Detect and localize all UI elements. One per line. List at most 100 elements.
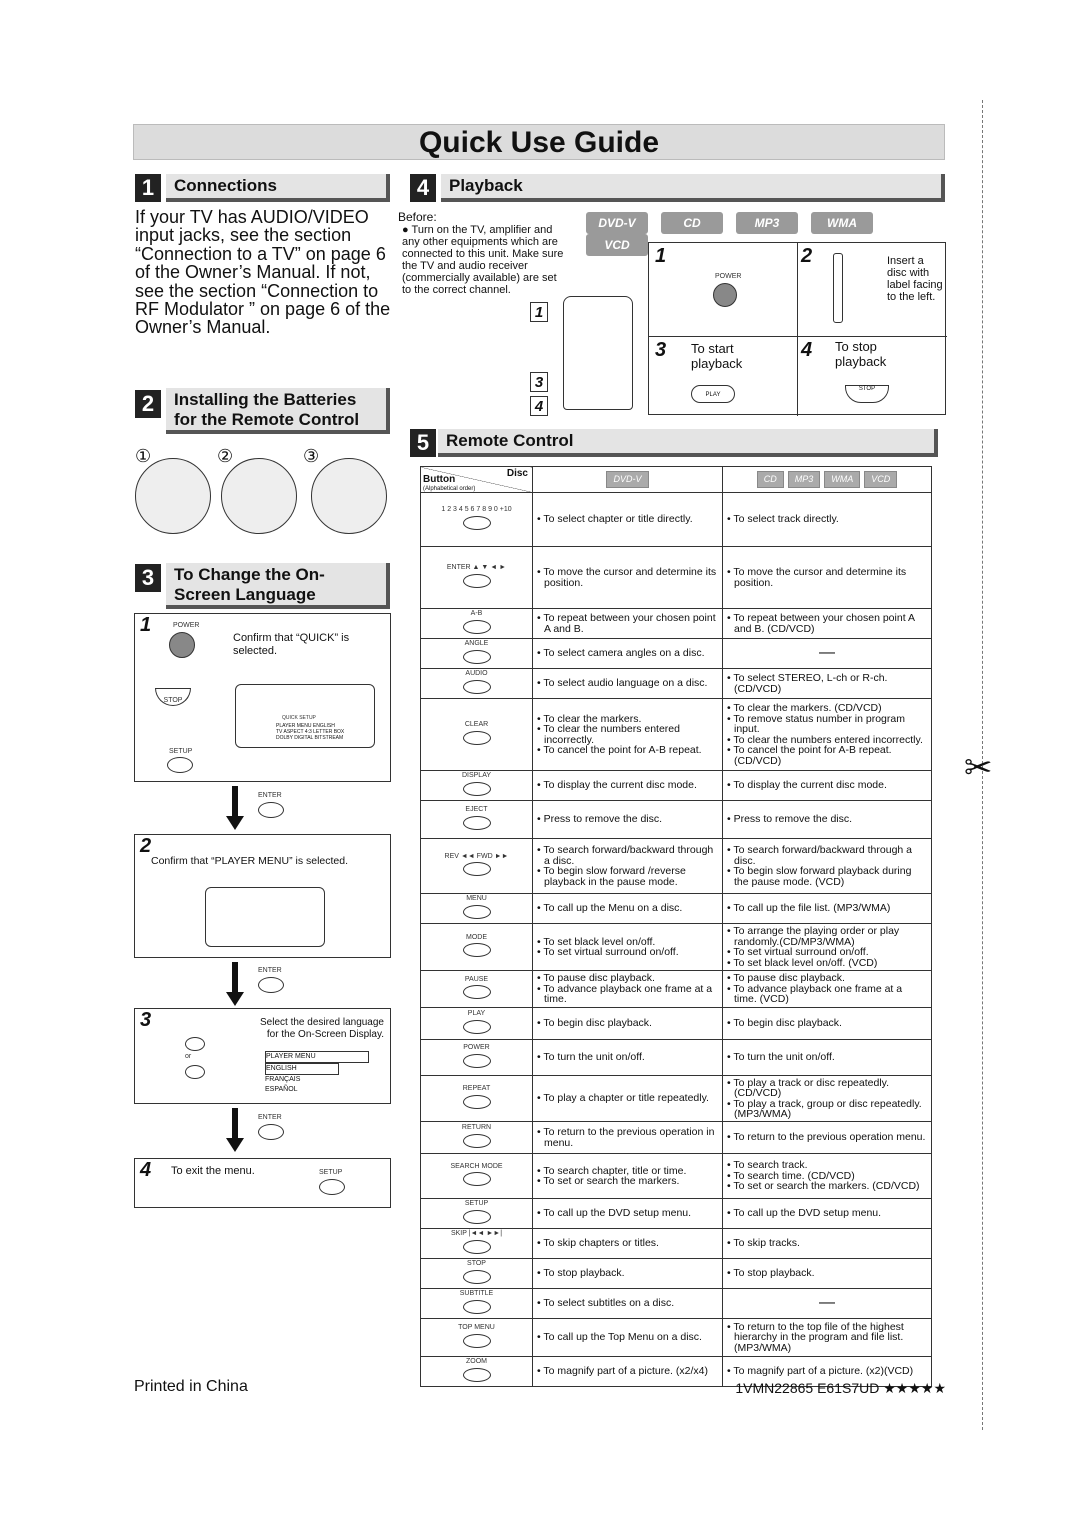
down-arrow-icon	[232, 962, 238, 992]
wma-logo: WMA	[824, 471, 861, 488]
cd-function-cell: —	[722, 638, 932, 669]
step-number: 1	[655, 245, 667, 267]
language-option[interactable]: ENGLISH	[265, 1063, 339, 1075]
table-row: RETURN • To return to the previous operat…	[420, 1121, 932, 1154]
order-note: (Alphabetical order)	[423, 486, 476, 492]
table-row: SEARCH MODE • To search chapter, title or…	[420, 1153, 932, 1199]
setup-label: SETUP	[169, 748, 193, 755]
function-text: • To call up the Menu on a disc.	[537, 902, 683, 915]
function-text: • To skip chapters or titles.	[537, 1237, 659, 1250]
language-option[interactable]: ESPAÑOL	[265, 1085, 369, 1095]
table-row: MODE • To set black level on/off. • To set…	[420, 923, 932, 971]
not-applicable-dash: —	[819, 1293, 835, 1311]
button-cell: 1 2 3 4 5 6 7 8 9 0 +10	[420, 492, 533, 547]
setup-button-icon	[167, 757, 193, 773]
button-cell: STOP	[420, 1258, 533, 1289]
disc-header: Disc	[506, 468, 528, 479]
down-arrow-icon	[226, 1138, 244, 1152]
button-cell: MODE	[420, 923, 533, 971]
dvd-function-cell: • To move the cursor and determine its p…	[532, 546, 723, 609]
button-label: MODE	[466, 933, 487, 941]
language-step-4: 4 To exit the menu. SETUP	[134, 1158, 391, 1208]
disc-tray-image	[833, 253, 843, 323]
button-label: REV ◄◄ FWD ►►	[444, 852, 509, 860]
dvd-function-cell: • To select audio language on a disc.	[532, 668, 723, 699]
function-text: • To move the cursor and determine its p…	[537, 566, 717, 589]
wma-logo: WMA	[811, 212, 873, 234]
table-row: A-B • To repeat between your chosen point…	[420, 608, 932, 639]
section-heading: To Change the On- Screen Language	[166, 563, 390, 609]
function-text: • Press to remove the disc.	[727, 813, 853, 826]
heading-line: for the Remote Control	[174, 410, 360, 429]
battery-cover-image	[135, 458, 211, 534]
section-heading: Connections	[166, 174, 390, 202]
language-option[interactable]: PLAYER MENU	[265, 1051, 369, 1063]
remote-button-icon	[462, 815, 491, 830]
button-cell: SUBTITLE	[420, 1288, 533, 1319]
remote-button-icon	[462, 573, 491, 588]
step-marker: 3	[530, 372, 548, 392]
dvd-function-cell: • To select camera angles on a disc.	[532, 638, 723, 669]
function-text: • To play a track or disc repeatedly. (C…	[727, 1076, 890, 1099]
button-cell: ANGLE	[420, 638, 533, 669]
function-text: • To play a chapter or title repeatedly.	[537, 1092, 709, 1105]
down-arrow-icon	[226, 992, 244, 1006]
table-row: ENTER ▲ ▼ ◄ ► • To move the cursor and de…	[420, 546, 932, 609]
button-cell: SETUP	[420, 1198, 533, 1229]
button-label: SETUP	[464, 1200, 489, 1207]
button-cell: ZOOM	[420, 1356, 533, 1387]
step-number: 4	[140, 1159, 152, 1181]
dvd-function-cell: • To stop playback.	[532, 1258, 723, 1289]
up-button-icon	[185, 1037, 205, 1051]
enter-label: ENTER	[258, 967, 282, 974]
function-text: • To magnify part of a picture. (x2/x4)	[537, 1365, 708, 1378]
remote-button-icon	[462, 515, 491, 530]
menu-tab: QUICK SETUP	[282, 715, 316, 721]
step-number: 2	[140, 835, 152, 857]
remote-button-icon	[462, 1367, 491, 1382]
mp3-logo: MP3	[736, 212, 798, 234]
function-text: • To arrange the playing order or play r…	[727, 925, 900, 948]
remote-button-icon	[462, 1019, 491, 1034]
cd-function-cell: • To stop playback.	[722, 1258, 932, 1289]
table-row: DISPLAY • To display the current disc mod…	[420, 770, 932, 801]
remote-control-table: Disc Button (Alphabetical order) DVD-V C…	[420, 466, 932, 1387]
button-label: SEARCH MODE	[450, 1162, 503, 1170]
table-row: ANGLE • To select camera angles on a disc…	[420, 638, 932, 669]
button-label: ANGLE	[464, 640, 489, 647]
function-text: • To set or search the markers. (CD/VCD)	[727, 1180, 920, 1193]
dvd-function-cell: • To search forward/backward through a d…	[532, 838, 723, 894]
cd-function-cell: • To return to the previous operation me…	[722, 1121, 932, 1154]
step-marker: ①	[135, 446, 152, 466]
button-label: SUBTITLE	[459, 1290, 494, 1297]
table-row: POWER • To turn the unit on/off. • To turn…	[420, 1039, 932, 1076]
dvd-function-cell: • To skip chapters or titles.	[532, 1228, 723, 1259]
function-text: • To stop playback.	[727, 1267, 815, 1280]
table-row: STOP • To stop playback. • To stop playbac…	[420, 1258, 932, 1289]
step-marker: 4	[530, 396, 548, 416]
function-text: • To return to the top file of the highe…	[727, 1320, 904, 1354]
model-code: 1VMN22865 E61S7UD ★★★★★	[735, 1380, 946, 1396]
remote-button-icon	[462, 904, 491, 919]
cd-function-cell: • To call up the file list. (MP3/WMA)	[722, 893, 932, 924]
button-cell: MENU	[420, 893, 533, 924]
remote-button-icon	[462, 1209, 491, 1224]
dvd-function-cell: • To pause disc playback. • To advance pl…	[532, 970, 723, 1008]
heading-line: To Change the On-	[174, 565, 325, 584]
language-option[interactable]: FRANÇAIS	[265, 1075, 369, 1085]
function-text: • To display the current disc mode.	[537, 779, 697, 792]
section-number: 2	[135, 390, 161, 418]
button-label: PLAY	[467, 1010, 486, 1017]
remote-button-icon	[462, 862, 491, 876]
step-text: To stop playback	[835, 339, 887, 369]
down-arrow-icon	[232, 786, 238, 816]
stop-button-icon: STOP	[155, 688, 191, 706]
cd-function-cell: • To search track. • To search time. (CD/…	[722, 1153, 932, 1199]
button-cell: CLEAR	[420, 698, 533, 771]
table-row: PLAY • To begin disc playback. • To begin …	[420, 1007, 932, 1040]
remote-button-icon	[462, 730, 491, 745]
language-step-3: 3 Select the desired language for the On-…	[134, 1008, 391, 1104]
function-text: • To advance playback one frame at a tim…	[537, 982, 713, 1006]
dvd-function-cell: • To display the current disc mode.	[532, 770, 723, 801]
cd-function-cell: • Press to remove the disc.	[722, 800, 932, 839]
